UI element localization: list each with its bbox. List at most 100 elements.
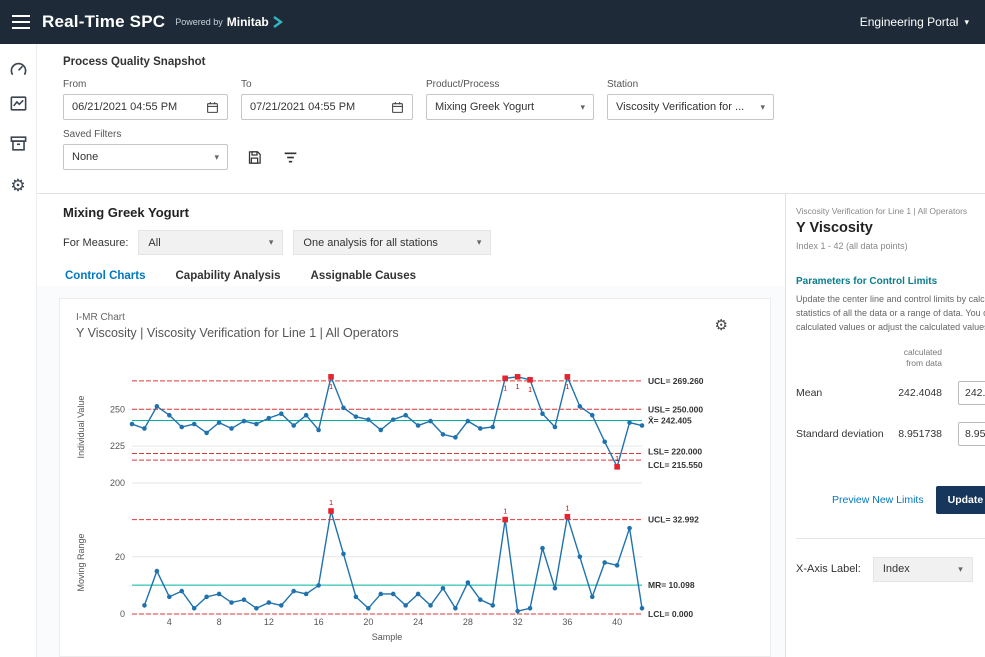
- svg-text:MR= 10.098: MR= 10.098: [648, 580, 695, 590]
- chevron-down-icon: ▾: [760, 102, 765, 113]
- product-select[interactable]: Mixing Greek Yogurt ▾: [426, 94, 594, 120]
- measure-row: For Measure: All ▾ One analysis for all …: [63, 230, 785, 255]
- svg-text:24: 24: [413, 617, 423, 627]
- svg-text:1: 1: [329, 500, 333, 507]
- portal-selector[interactable]: Engineering Portal ▾: [860, 15, 969, 29]
- x-axis-select[interactable]: Index ▾: [873, 557, 973, 582]
- mean-input[interactable]: [958, 381, 985, 405]
- svg-text:8: 8: [217, 617, 222, 627]
- chart-settings-button[interactable]: ⚙: [715, 318, 728, 333]
- svg-text:Individual Value: Individual Value: [76, 396, 86, 459]
- mean-row: Mean 242.4048: [796, 381, 985, 405]
- stdev-calculated-value: 8.951738: [896, 428, 942, 440]
- analysis-mode-value: One analysis for all stations: [303, 237, 438, 249]
- details-divider: [796, 538, 985, 539]
- chevron-down-icon: ▾: [964, 17, 969, 28]
- stdev-row: Standard deviation 8.951738: [796, 422, 985, 446]
- x-axis-label: X-Axis Label:: [796, 563, 861, 575]
- details-title: Y Viscosity: [796, 220, 985, 236]
- svg-text:1: 1: [503, 385, 507, 392]
- station-field: Station Viscosity Verification for ... ▾: [607, 79, 774, 120]
- svg-text:LSL= 220.000: LSL= 220.000: [648, 447, 702, 457]
- stdev-label: Standard deviation: [796, 428, 896, 440]
- svg-text:40: 40: [612, 617, 622, 627]
- sidebar-item-dashboard[interactable]: [5, 56, 31, 82]
- svg-text:LCL= 215.550: LCL= 215.550: [648, 460, 703, 470]
- to-date-value: 07/21/2021 04:55 PM: [250, 101, 355, 113]
- measure-value: All: [148, 237, 160, 249]
- mean-calculated-value: 242.4048: [896, 387, 942, 399]
- svg-text:UCL= 269.260: UCL= 269.260: [648, 376, 704, 386]
- chevron-down-icon: ▾: [269, 237, 274, 248]
- svg-text:28: 28: [463, 617, 473, 627]
- from-field: From 06/21/2021 04:55 PM: [63, 79, 228, 120]
- station-select[interactable]: Viscosity Verification for ... ▾: [607, 94, 774, 120]
- archive-box-icon: [9, 134, 28, 153]
- limits-actions: Preview New Limits Update Control Limits: [832, 486, 985, 514]
- svg-text:20: 20: [115, 552, 125, 562]
- analysis-section: Mixing Greek Yogurt For Measure: All ▾ O…: [37, 193, 785, 657]
- details-index-range: Index 1 - 42 (all data points): [796, 241, 985, 251]
- stdev-input[interactable]: [958, 422, 985, 446]
- sidebar-item-settings[interactable]: ⚙: [5, 172, 31, 198]
- filters-section: Process Quality Snapshot From 06/21/2021…: [37, 44, 985, 193]
- manage-filters-button[interactable]: [280, 147, 300, 167]
- svg-text:1: 1: [516, 384, 520, 391]
- portal-label: Engineering Portal: [860, 15, 959, 29]
- app-root: Real-Time SPC Powered by Minitab Enginee…: [0, 0, 985, 657]
- svg-text:32: 32: [513, 617, 523, 627]
- svg-text:1: 1: [528, 387, 532, 394]
- svg-text:UCL= 32.992: UCL= 32.992: [648, 515, 699, 525]
- chevron-down-icon: ▾: [580, 102, 585, 113]
- mean-label: Mean: [796, 387, 896, 399]
- powered-by: Powered by Minitab: [175, 15, 283, 29]
- for-measure-label: For Measure:: [63, 237, 128, 249]
- product-value: Mixing Greek Yogurt: [435, 101, 534, 113]
- params-description: Update the center line and control limit…: [796, 293, 985, 335]
- details-subtitle: Viscosity Verification for Line 1 | All …: [796, 206, 985, 216]
- to-field: To 07/21/2021 04:55 PM: [241, 79, 413, 120]
- to-label: To: [241, 79, 413, 90]
- chart-header: I-MR Chart Y Viscosity | Viscosity Verif…: [60, 299, 770, 340]
- minitab-brand: Minitab: [227, 15, 269, 29]
- x-axis-row: X-Axis Label: Index ▾: [796, 557, 985, 582]
- calendar-icon: [206, 101, 219, 114]
- x-axis-value: Index: [883, 563, 910, 575]
- chart-title: Y Viscosity | Viscosity Verification for…: [76, 326, 754, 340]
- calendar-icon: [391, 101, 404, 114]
- station-label: Station: [607, 79, 774, 90]
- saved-filters-row: Saved Filters None ▾: [63, 129, 985, 170]
- minitab-logo-arrow-icon: [273, 16, 283, 28]
- sidebar: ⚙: [0, 44, 37, 657]
- filter-icon: [283, 150, 298, 165]
- from-date-input[interactable]: 06/21/2021 04:55 PM: [63, 94, 228, 120]
- analysis-mode-select[interactable]: One analysis for all stations ▾: [293, 230, 491, 255]
- svg-text:4: 4: [167, 617, 172, 627]
- sidebar-item-products[interactable]: [5, 130, 31, 156]
- to-date-input[interactable]: 07/21/2021 04:55 PM: [241, 94, 413, 120]
- svg-text:1: 1: [503, 509, 507, 516]
- save-icon: [247, 150, 262, 165]
- product-label: Product/Process: [426, 79, 594, 90]
- section-title: Process Quality Snapshot: [63, 56, 985, 68]
- svg-text:Sample: Sample: [372, 632, 403, 642]
- gauge-icon: [9, 60, 28, 79]
- svg-text:Moving Range: Moving Range: [76, 533, 86, 591]
- measure-select[interactable]: All ▾: [138, 230, 283, 255]
- calculated-from-data-header: calculated from data: [796, 347, 942, 369]
- svg-text:12: 12: [264, 617, 274, 627]
- svg-text:225: 225: [110, 441, 125, 451]
- save-filter-button[interactable]: [244, 147, 264, 167]
- saved-filters-label: Saved Filters: [63, 129, 228, 140]
- chart-card: I-MR Chart Y Viscosity | Viscosity Verif…: [59, 298, 771, 657]
- update-control-limits-button[interactable]: Update Control Limits: [936, 486, 985, 514]
- svg-text:1: 1: [565, 506, 569, 513]
- svg-text:20: 20: [363, 617, 373, 627]
- menu-button[interactable]: [0, 0, 42, 44]
- svg-text:16: 16: [314, 617, 324, 627]
- svg-text:200: 200: [110, 478, 125, 488]
- sidebar-item-charts[interactable]: [5, 90, 31, 116]
- preview-new-limits-link[interactable]: Preview New Limits: [832, 494, 924, 506]
- saved-filters-value: None: [72, 151, 98, 163]
- saved-filters-select[interactable]: None ▾: [63, 144, 228, 170]
